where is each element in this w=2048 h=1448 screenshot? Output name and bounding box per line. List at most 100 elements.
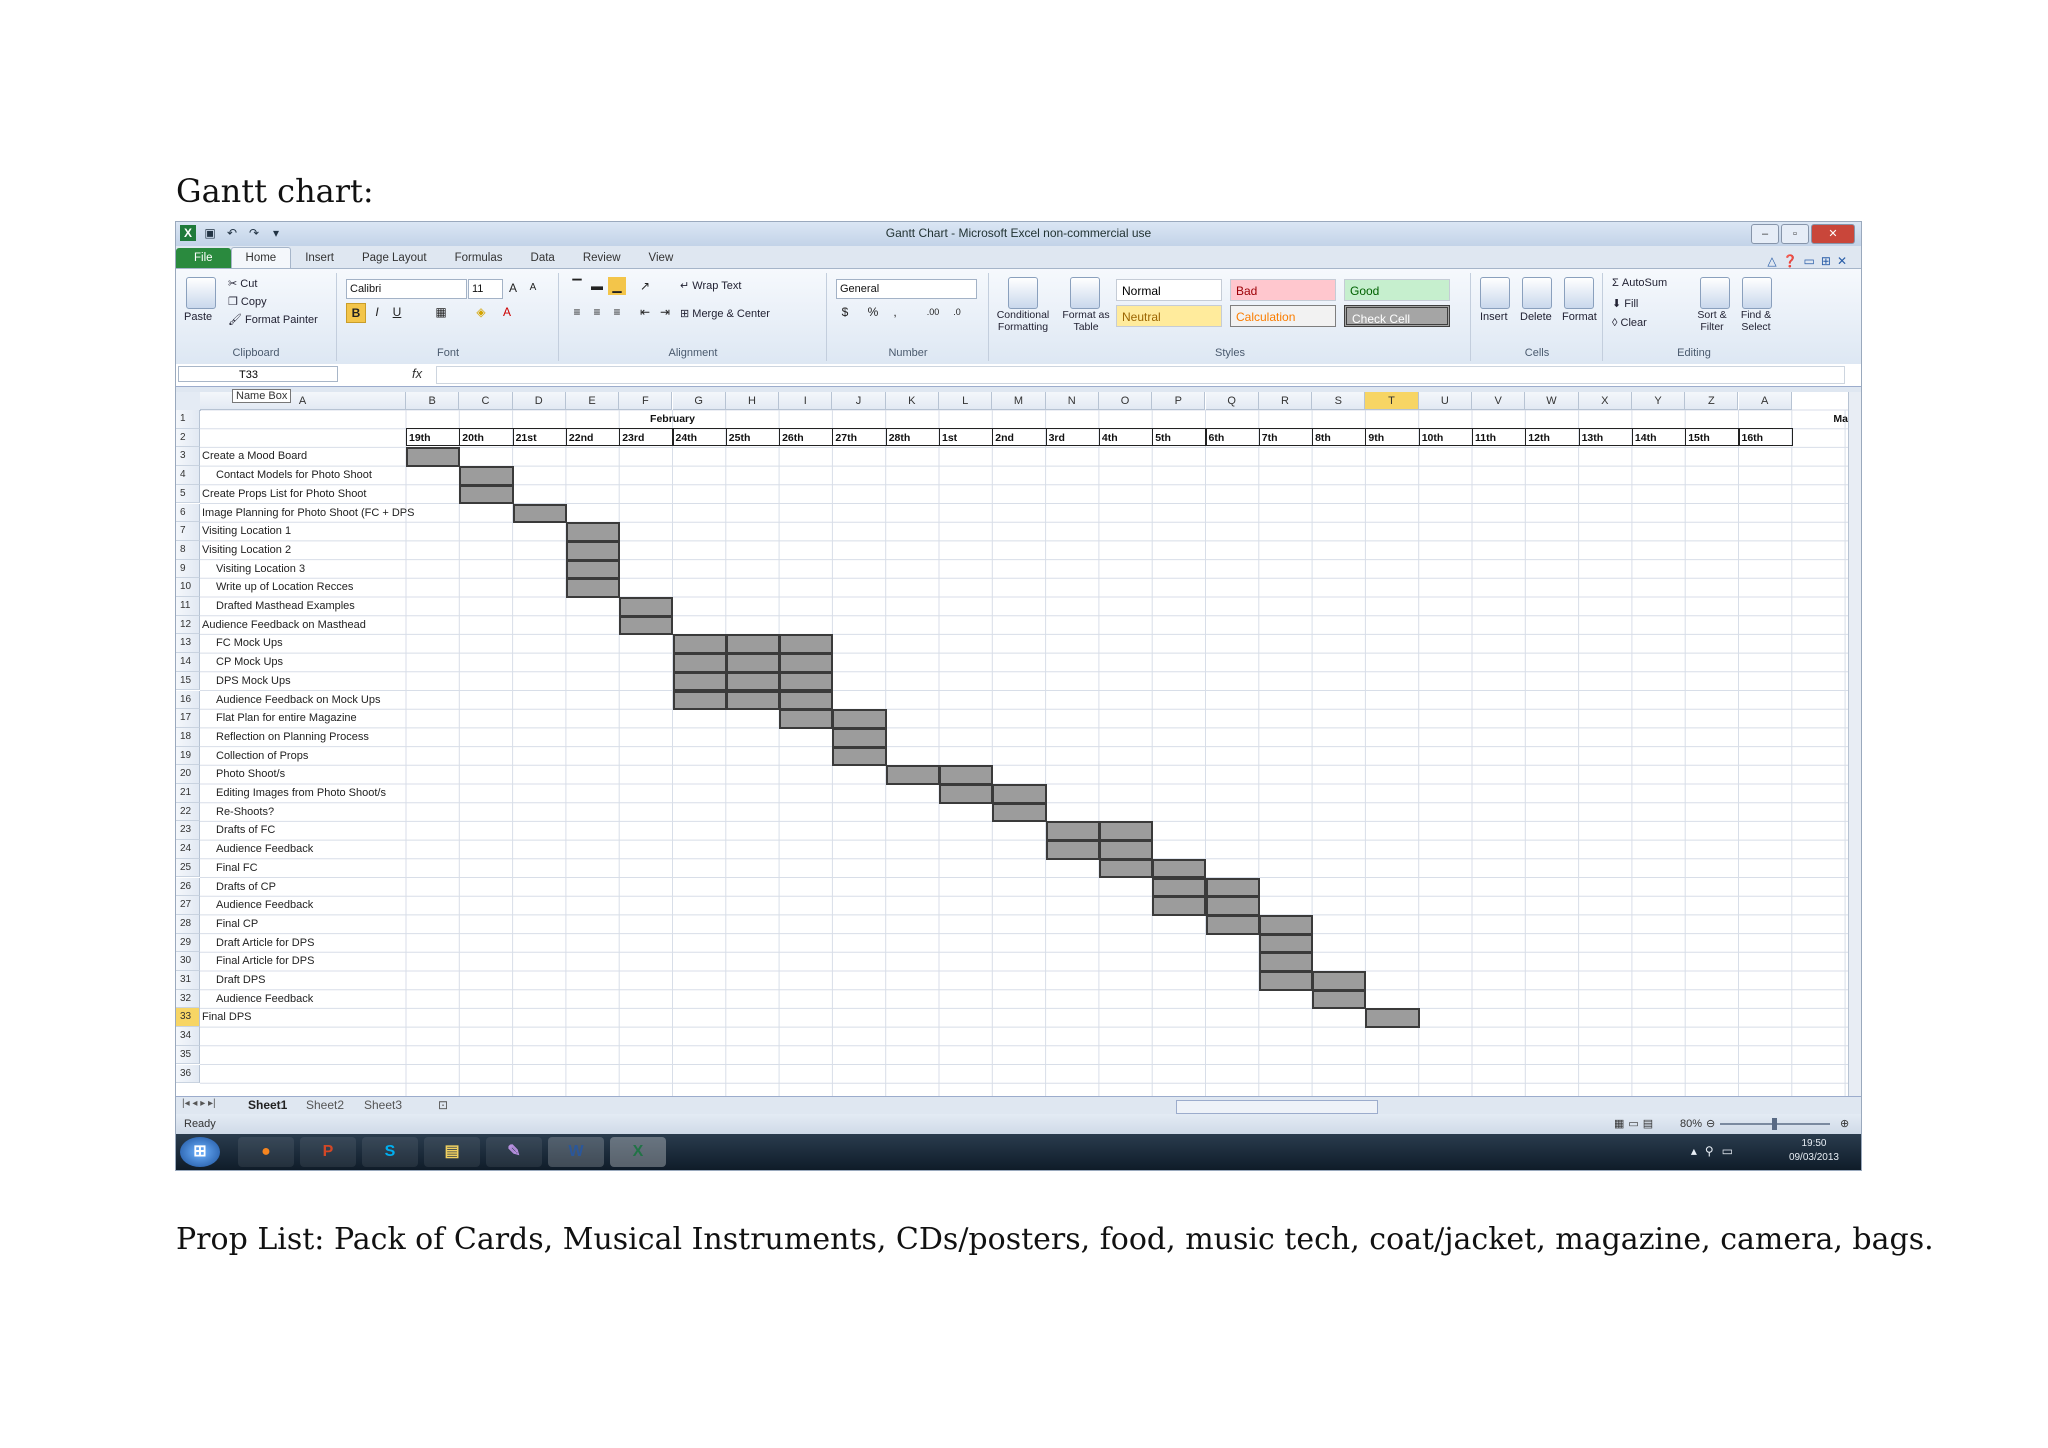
font-color-icon[interactable]: A bbox=[498, 303, 516, 321]
column-header[interactable]: P bbox=[1152, 392, 1206, 410]
row-header[interactable]: 8 bbox=[176, 540, 200, 560]
row-header[interactable]: 30 bbox=[176, 952, 200, 971]
column-header[interactable]: U bbox=[1418, 392, 1472, 410]
number-format-select[interactable]: General bbox=[836, 279, 977, 299]
column-header[interactable]: G bbox=[672, 392, 726, 410]
sheet-nav-icons[interactable]: |◂ ◂ ▸ ▸| bbox=[182, 1098, 216, 1109]
task-label[interactable]: DPS Mock Ups bbox=[216, 672, 291, 690]
task-label[interactable]: Final DPS bbox=[202, 1008, 252, 1026]
firefox-icon[interactable]: ● bbox=[238, 1137, 294, 1167]
task-label[interactable]: Image Planning for Photo Shoot (FC + DPS bbox=[202, 504, 414, 522]
system-tray-icons[interactable]: ▴⚲▭ bbox=[1691, 1144, 1741, 1158]
gantt-bar-cell[interactable] bbox=[832, 709, 887, 729]
increase-indent-icon[interactable]: ⇥ bbox=[656, 303, 674, 321]
binoculars-icon[interactable] bbox=[1742, 277, 1772, 309]
row-header[interactable]: 9 bbox=[176, 559, 200, 579]
powerpoint-icon[interactable]: P bbox=[300, 1137, 356, 1167]
date-header-cell[interactable]: 28th bbox=[885, 428, 940, 446]
date-header-cell[interactable]: 11th bbox=[1472, 428, 1527, 446]
date-header-cell[interactable]: 9th bbox=[1365, 428, 1420, 446]
cut-button[interactable]: ✂ Cut bbox=[228, 277, 257, 290]
delete-cells-icon[interactable] bbox=[1522, 277, 1552, 309]
gantt-bar-cell[interactable] bbox=[672, 653, 727, 673]
explorer-icon[interactable]: ▤ bbox=[424, 1137, 480, 1167]
maximize-button[interactable]: ▫ bbox=[1781, 224, 1809, 244]
increase-decimal-icon[interactable]: .00 bbox=[924, 303, 942, 321]
align-right-icon[interactable]: ≡ bbox=[608, 303, 626, 321]
row-header[interactable]: 3 bbox=[176, 447, 200, 467]
word-icon[interactable]: W bbox=[548, 1137, 604, 1167]
tab-page-layout[interactable]: Page Layout bbox=[348, 248, 441, 268]
task-label[interactable]: Drafts of FC bbox=[216, 821, 275, 839]
task-label[interactable]: Drafted Masthead Examples bbox=[216, 597, 355, 615]
gantt-bar-cell[interactable] bbox=[725, 653, 781, 673]
date-header-cell[interactable]: 16th bbox=[1738, 428, 1793, 446]
row-header[interactable]: 22 bbox=[176, 802, 200, 822]
copy-button[interactable]: ❐ Copy bbox=[228, 295, 267, 308]
currency-icon[interactable]: $ bbox=[836, 303, 854, 321]
gantt-bar-cell[interactable] bbox=[406, 447, 461, 468]
sheet-tab-sheet1[interactable]: Sheet1 bbox=[248, 1098, 287, 1112]
gantt-bar-cell[interactable] bbox=[565, 540, 621, 561]
decrease-decimal-icon[interactable]: .0 bbox=[948, 303, 966, 321]
gantt-bar-cell[interactable] bbox=[832, 727, 887, 748]
task-label[interactable]: Reflection on Planning Process bbox=[216, 728, 369, 746]
task-label[interactable]: Create a Mood Board bbox=[202, 447, 307, 465]
insert-function-icon[interactable]: fx bbox=[412, 366, 422, 381]
gantt-bar-cell[interactable] bbox=[459, 484, 514, 505]
tab-insert[interactable]: Insert bbox=[291, 248, 348, 268]
tab-home[interactable]: Home bbox=[230, 247, 292, 268]
zoom-out-icon[interactable]: ⊖ bbox=[1706, 1114, 1715, 1134]
column-header[interactable]: H bbox=[725, 392, 780, 410]
style-bad[interactable]: Bad bbox=[1230, 279, 1336, 301]
row-header[interactable]: 29 bbox=[176, 933, 200, 953]
column-header[interactable]: R bbox=[1258, 392, 1313, 410]
row-header[interactable]: 33 bbox=[176, 1008, 200, 1028]
task-label[interactable]: Draft Article for DPS bbox=[216, 934, 314, 952]
gantt-bar-cell[interactable] bbox=[1205, 896, 1260, 916]
pen-app-icon[interactable]: ✎ bbox=[486, 1137, 542, 1167]
row-header[interactable]: 4 bbox=[176, 466, 200, 485]
paste-button[interactable]: Paste bbox=[184, 311, 212, 323]
gantt-bar-cell[interactable] bbox=[939, 784, 994, 804]
align-bottom-icon[interactable]: ▁ bbox=[608, 277, 626, 295]
comma-icon[interactable]: , bbox=[886, 303, 904, 321]
insert-cells-button[interactable]: Insert bbox=[1480, 311, 1508, 323]
tab-data[interactable]: Data bbox=[517, 248, 569, 268]
select-all-corner[interactable] bbox=[176, 392, 201, 411]
font-name-select[interactable]: Calibri bbox=[346, 279, 467, 299]
insert-cells-icon[interactable] bbox=[1480, 277, 1510, 309]
task-label[interactable]: Flat Plan for entire Magazine bbox=[216, 709, 357, 727]
gantt-bar-cell[interactable] bbox=[565, 522, 621, 542]
gantt-bar-cell[interactable] bbox=[1258, 933, 1314, 954]
grow-font-icon[interactable]: A bbox=[504, 279, 522, 297]
row-header[interactable]: 24 bbox=[176, 840, 200, 859]
date-header-cell[interactable]: 25th bbox=[725, 428, 781, 446]
fill-button[interactable]: ⬇ Fill bbox=[1612, 297, 1638, 310]
vertical-scrollbar[interactable] bbox=[1848, 392, 1861, 1096]
task-label[interactable]: Final FC bbox=[216, 859, 258, 877]
date-header-cell[interactable]: 12th bbox=[1525, 428, 1580, 446]
autosum-button[interactable]: Σ AutoSum bbox=[1612, 277, 1667, 289]
column-header[interactable]: M bbox=[992, 392, 1046, 410]
row-header[interactable]: 25 bbox=[176, 858, 200, 878]
conditional-formatting-button[interactable]: Conditional Formatting bbox=[990, 309, 1056, 333]
gantt-bar-cell[interactable] bbox=[1205, 914, 1260, 935]
row-header[interactable]: 2 bbox=[176, 428, 200, 448]
task-label[interactable]: Photo Shoot/s bbox=[216, 765, 285, 783]
name-box[interactable]: T33 bbox=[178, 366, 338, 382]
gantt-bar-cell[interactable] bbox=[832, 746, 887, 767]
gantt-bar-cell[interactable] bbox=[1152, 858, 1207, 879]
gantt-bar-cell[interactable] bbox=[885, 765, 940, 785]
gantt-bar-cell[interactable] bbox=[1152, 896, 1207, 916]
gantt-bar-cell[interactable] bbox=[1098, 858, 1154, 879]
task-label[interactable]: FC Mock Ups bbox=[216, 634, 283, 652]
task-label[interactable]: Audience Feedback bbox=[216, 896, 313, 914]
date-header-cell[interactable]: 22nd bbox=[565, 428, 621, 446]
format-cells-icon[interactable] bbox=[1564, 277, 1594, 309]
skype-icon[interactable]: S bbox=[362, 1137, 418, 1167]
column-header[interactable]: I bbox=[779, 392, 833, 410]
gantt-bar-cell[interactable] bbox=[1258, 914, 1314, 935]
sheet-tab-sheet2[interactable]: Sheet2 bbox=[306, 1098, 344, 1112]
task-label[interactable]: CP Mock Ups bbox=[216, 653, 283, 671]
